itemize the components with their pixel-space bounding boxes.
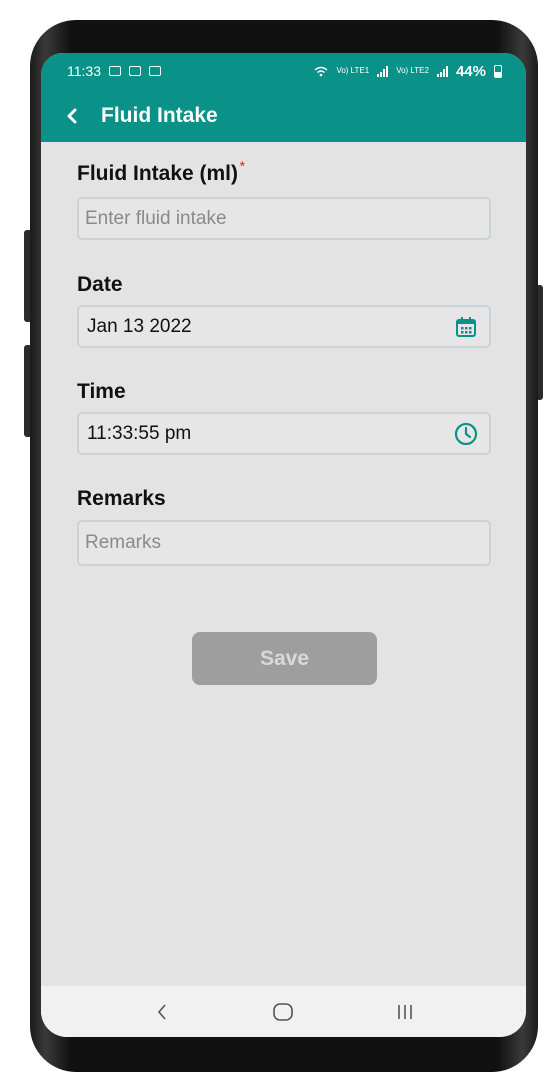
- remarks-input[interactable]: Remarks: [77, 520, 491, 566]
- required-asterisk: *: [240, 159, 245, 173]
- remarks-label: Remarks: [77, 487, 166, 510]
- nav-home-button[interactable]: [263, 992, 303, 1032]
- time-label: Time: [77, 380, 126, 403]
- date-picker-button[interactable]: [453, 314, 479, 340]
- date-value: Jan 13 2022: [87, 315, 192, 337]
- clock-icon: [454, 422, 478, 445]
- back-chevron-icon: [157, 1003, 166, 1020]
- status-bar: 11:33 Vo) LTE1 Vo) LTE2 44%: [41, 53, 526, 89]
- battery-icon: [494, 64, 502, 78]
- app-bar: Fluid Intake: [41, 89, 526, 142]
- network-2-label: Vo) LTE2: [396, 66, 429, 75]
- calendar-icon: [456, 316, 476, 337]
- network-1-label: Vo) LTE1: [336, 66, 370, 75]
- time-field[interactable]: 11:33:55 pm: [77, 412, 491, 455]
- date-label: Date: [77, 273, 123, 296]
- signal-2-icon: [436, 65, 448, 77]
- system-nav-bar: [41, 986, 526, 1037]
- back-button[interactable]: [59, 103, 85, 129]
- notification-icon: [129, 66, 141, 76]
- battery-percent: 44%: [455, 62, 486, 80]
- phone-screen: 11:33 Vo) LTE1 Vo) LTE2 44% Fluid Intake: [41, 53, 526, 1037]
- fluid-intake-label: Fluid Intake (ml) *: [77, 159, 245, 186]
- fluid-intake-placeholder: Enter fluid intake: [85, 207, 227, 229]
- save-button[interactable]: Save: [192, 632, 377, 685]
- notification-icon-2: [149, 66, 161, 76]
- gallery-notification-icon: [109, 66, 121, 76]
- time-value: 11:33:55 pm: [87, 422, 192, 444]
- status-time: 11:33: [67, 63, 101, 79]
- wifi-icon: [314, 66, 328, 76]
- home-icon: [273, 1002, 294, 1021]
- date-field[interactable]: Jan 13 2022: [77, 305, 491, 348]
- fluid-intake-input[interactable]: Enter fluid intake: [77, 197, 491, 240]
- nav-recents-button[interactable]: [385, 992, 425, 1032]
- nav-back-button[interactable]: [142, 992, 182, 1032]
- signal-1-icon: [377, 65, 389, 77]
- fluid-intake-label-text: Fluid Intake (ml): [77, 162, 239, 185]
- remarks-placeholder: Remarks: [85, 532, 162, 553]
- time-picker-button[interactable]: [453, 421, 479, 447]
- chevron-left-icon: [67, 108, 77, 123]
- page-title: Fluid Intake: [101, 103, 218, 127]
- recents-icon: [398, 1004, 412, 1019]
